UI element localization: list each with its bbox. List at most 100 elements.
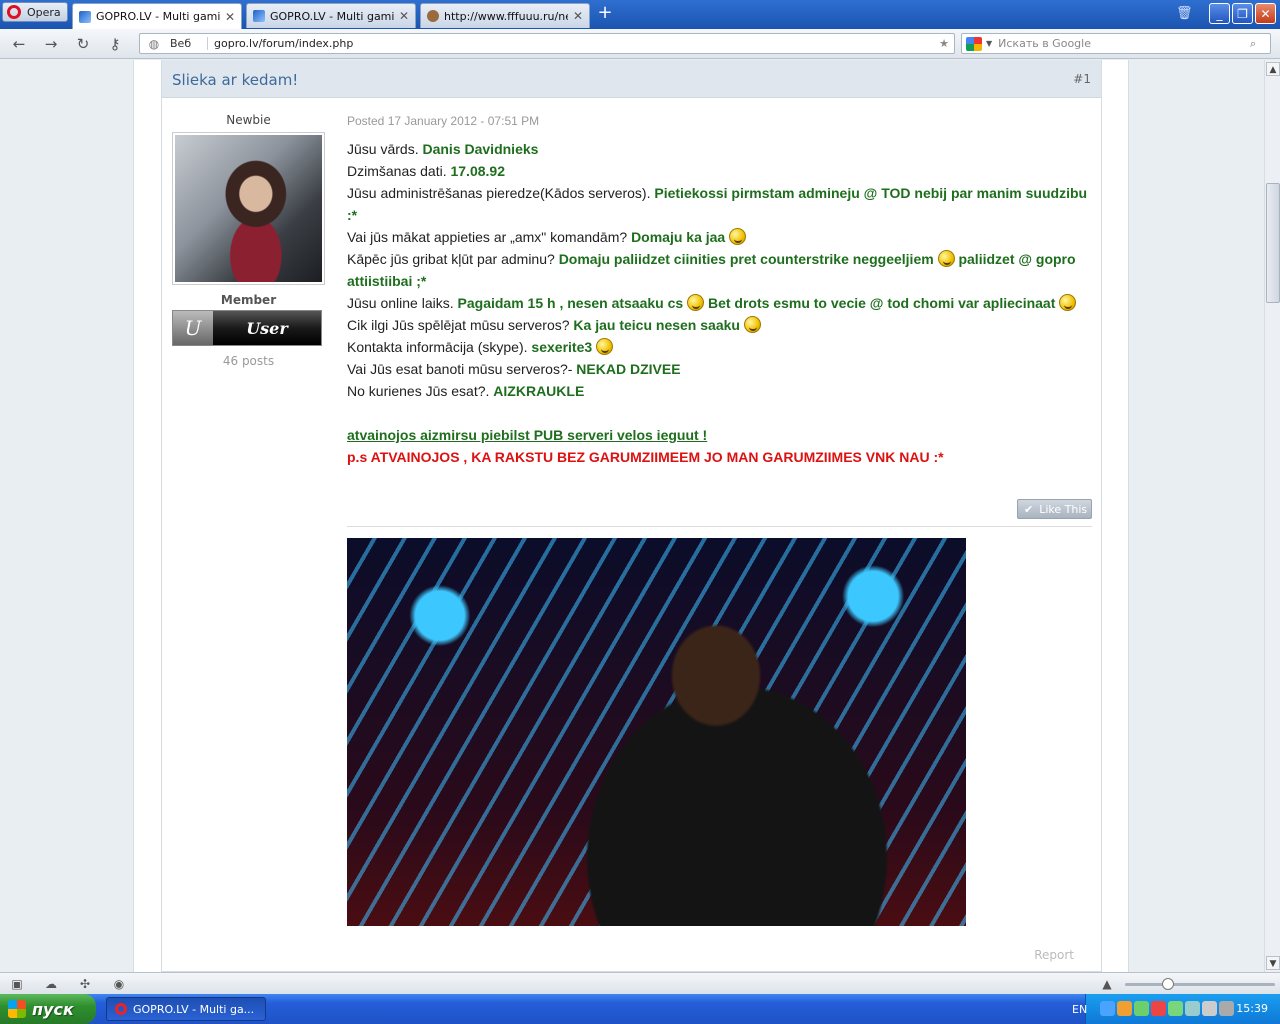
post-line: Vai jūs mākat appieties ar „amx" komandā…	[347, 226, 1092, 248]
taskbar-opera-task[interactable]: GOPRO.LV - Multi ga...	[106, 997, 266, 1021]
windows-taskbar: пуск GOPRO.LV - Multi ga... EN 15:39	[0, 994, 1280, 1024]
post-number-link[interactable]: #1	[1073, 72, 1091, 86]
post-line: Jūsu vārds. Danis Davidnieks	[347, 138, 1092, 160]
question-text: Dzimšanas dati.	[347, 163, 447, 179]
question-text: No kurienes Jūs esat?.	[347, 383, 490, 399]
author-group: Member	[220, 293, 277, 307]
tab-gopro-active[interactable]: GOPRO.LV - Multi gaming... ✕	[72, 3, 242, 29]
answer-text: 17.08.92	[450, 163, 505, 179]
close-tab-icon[interactable]: ✕	[399, 9, 409, 23]
tray-network-icon[interactable]	[1168, 1001, 1183, 1016]
restore-window-button[interactable]: ❐	[1232, 3, 1253, 24]
task-title: GOPRO.LV - Multi ga...	[133, 1002, 255, 1016]
post-line: Jūsu online laiks. Pagaidam 15 h , nesen…	[347, 292, 1092, 314]
question-text: Jūsu vārds.	[347, 141, 419, 157]
search-input[interactable]: Искать в Google	[998, 37, 1250, 50]
trash-icon[interactable]: 🗑	[1176, 6, 1193, 21]
chevron-down-icon[interactable]: ▼	[986, 39, 992, 48]
scroll-up-arrow-icon[interactable]: ▲	[1266, 62, 1280, 76]
unite-cloud-icon[interactable]: ☁	[44, 977, 58, 991]
system-tray: EN 15:39	[1072, 994, 1280, 1024]
footnote-link[interactable]: atvainojos aizmirsu piebilst PUB serveri…	[347, 427, 707, 443]
scrollbar-thumb[interactable]	[1266, 183, 1280, 303]
browser-status-bar: ▣ ☁ ✣ ◉ ▲	[0, 972, 1280, 994]
post-body: Posted 17 January 2012 - 07:51 PM Jūsu v…	[347, 110, 1092, 468]
close-tab-icon[interactable]: ✕	[225, 10, 235, 24]
tray-arrow-icon[interactable]	[1100, 1001, 1115, 1016]
key-icon[interactable]: ⚷	[106, 35, 124, 53]
smile-emoticon-icon	[743, 316, 761, 333]
address-scheme-label: Веб	[168, 37, 208, 50]
globe-icon: ◍	[148, 36, 160, 51]
tray-app-icon[interactable]	[1117, 1001, 1132, 1016]
report-link[interactable]: Report	[1034, 948, 1074, 962]
smile-emoticon-icon	[937, 250, 955, 267]
close-tab-icon[interactable]: ✕	[573, 9, 583, 23]
browser-toolbar: ← → ↻ ⚷ ◍ Веб gopro.lv/forum/index.php ★…	[0, 29, 1280, 59]
search-icon[interactable]: ⌕	[1250, 37, 1270, 51]
camera-icon[interactable]: ◉	[112, 977, 126, 991]
like-bar: ✔ Like This	[347, 497, 1092, 527]
answer-text: Danis Davidnieks	[422, 141, 539, 157]
user-group-badge: U User	[172, 310, 322, 346]
vertical-scrollbar[interactable]: ▲ ▼	[1264, 60, 1280, 972]
new-tab-plus-icon[interactable]: +	[596, 4, 614, 23]
clock[interactable]: 15:39	[1236, 1002, 1268, 1015]
forum-post: Slieka ar kedam! #1 Newbie Member U User…	[161, 60, 1102, 972]
tab-title: GOPRO.LV - Multi gaming...	[96, 10, 220, 23]
post-line: Cik ilgi Jūs spēlējat mūsu serveros? Ka …	[347, 314, 1092, 336]
answer-text: AIZKRAUKLE	[493, 383, 585, 399]
minimize-window-button[interactable]: _	[1209, 3, 1230, 24]
post-date: Posted 17 January 2012 - 07:51 PM	[347, 114, 540, 128]
tab-gopro-2[interactable]: GOPRO.LV - Multi gaming... ✕	[246, 3, 416, 28]
post-line: Kāpēc jūs gribat kļūt par adminu? Domaju…	[347, 248, 1092, 292]
search-box[interactable]: ▼ Искать в Google ⌕	[961, 33, 1271, 54]
start-button[interactable]: пуск	[0, 994, 96, 1024]
zoom-slider-knob[interactable]	[1162, 978, 1174, 990]
tray-app-icon[interactable]	[1202, 1001, 1217, 1016]
zoom-slider[interactable]	[1125, 978, 1275, 990]
bookmark-star-icon[interactable]: ★	[934, 37, 954, 50]
question-text: Jūsu online laiks.	[347, 295, 454, 311]
checkmark-icon: ✔	[1024, 502, 1034, 516]
like-button[interactable]: ✔ Like This	[1017, 499, 1092, 519]
post-header: Slieka ar kedam! #1	[162, 60, 1101, 98]
smile-emoticon-icon	[1059, 294, 1077, 311]
forward-arrow-icon[interactable]: →	[42, 35, 60, 53]
avatar-image	[175, 135, 322, 282]
photo-figure	[527, 618, 947, 926]
language-indicator[interactable]: EN	[1072, 1003, 1087, 1016]
badge-letter: U	[173, 311, 213, 345]
tab-fffuuu[interactable]: http://www.fffuuu.ru/ne... ✕	[420, 3, 590, 28]
address-url[interactable]: gopro.lv/forum/index.php	[208, 37, 934, 50]
author-post-count: 46 posts	[222, 354, 275, 368]
post-line: Dzimšanas dati. 17.08.92	[347, 160, 1092, 182]
opera-menu-button[interactable]: Opera	[2, 2, 68, 22]
panel-toggle-icon[interactable]: ▣	[10, 977, 24, 991]
close-window-button[interactable]: ✕	[1255, 3, 1276, 24]
reload-icon[interactable]: ↻	[74, 35, 92, 53]
volume-icon[interactable]	[1219, 1001, 1234, 1016]
start-label: пуск	[32, 999, 74, 1019]
wink-emoticon-icon	[687, 294, 705, 311]
tray-app-icon[interactable]	[1134, 1001, 1149, 1016]
question-text: Kontakta informācija (skype).	[347, 339, 528, 355]
scroll-down-arrow-icon[interactable]: ▼	[1266, 956, 1280, 970]
avatar[interactable]	[172, 132, 325, 285]
question-text: Kāpēc jūs gribat kļūt par adminu?	[347, 251, 555, 267]
tray-app-icon[interactable]	[1185, 1001, 1200, 1016]
footnote-red: p.s ATVAINOJOS , KA RAKSTU BEZ GARUMZIIM…	[347, 449, 944, 465]
answer-text: sexerite3	[531, 339, 593, 355]
zoom-arrow-icon[interactable]: ▲	[1100, 977, 1114, 991]
gopro-favicon-icon	[253, 10, 265, 22]
answer-text: Domaju paliidzet ciinities pret counters…	[558, 251, 934, 267]
post-line: Kontakta informācija (skype). sexerite3	[347, 336, 1092, 358]
address-bar[interactable]: ◍ Веб gopro.lv/forum/index.php ★	[139, 33, 955, 54]
tray-app-icon[interactable]	[1151, 1001, 1166, 1016]
fffuuu-favicon-icon	[427, 10, 439, 22]
turbo-icon[interactable]: ✣	[78, 977, 92, 991]
author-rank: Newbie	[226, 113, 271, 127]
back-arrow-icon[interactable]: ←	[10, 35, 28, 53]
post-line: No kurienes Jūs esat?. AIZKRAUKLE	[347, 380, 1092, 402]
